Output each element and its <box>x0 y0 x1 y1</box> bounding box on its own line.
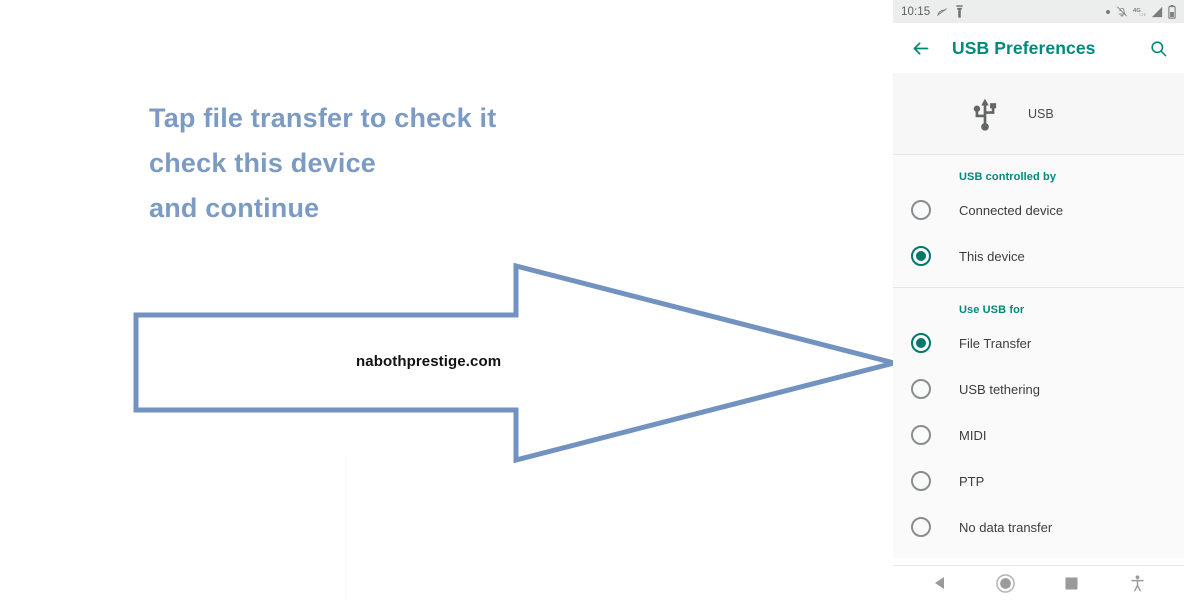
radio-row-usb-tethering[interactable]: USB tethering <box>893 366 1184 412</box>
section-title: Use USB for <box>959 304 1025 316</box>
radio-row-connected-device[interactable]: Connected device <box>893 187 1184 233</box>
recents-square-icon[interactable] <box>1056 570 1086 596</box>
usb-hero-section: USB <box>893 73 1184 155</box>
section-title: USB controlled by <box>959 171 1057 183</box>
arrow-back-icon[interactable] <box>907 35 933 61</box>
signal-bars-icon <box>1151 6 1163 17</box>
status-bar-left: 10:15 <box>901 4 964 19</box>
radio-icon-usb-tethering[interactable] <box>911 379 931 399</box>
radio-icon-connected-device[interactable] <box>911 200 931 220</box>
radio-label: No data transfer <box>959 519 1053 535</box>
accessibility-icon[interactable] <box>1122 570 1152 596</box>
section-use-usb-for: Use USB for File Transfer USB tethering … <box>893 287 1184 558</box>
usb-icon <box>957 95 1013 133</box>
back-triangle-icon[interactable] <box>925 570 955 596</box>
status-clock: 10:15 <box>901 5 931 18</box>
svg-text:LTE: LTE <box>1140 11 1147 16</box>
status-bar-right: 4G LTE <box>1105 4 1176 19</box>
radio-icon-file-transfer[interactable] <box>911 333 931 353</box>
faint-vertical-line <box>345 455 347 600</box>
signal-4g-icon: 4G LTE <box>1133 8 1147 17</box>
radio-row-ptp[interactable]: PTP <box>893 458 1184 504</box>
navigation-bar <box>893 565 1184 600</box>
radio-icon-no-data-transfer[interactable] <box>911 517 931 537</box>
battery-icon <box>1168 4 1176 19</box>
pointer-arrow <box>133 262 895 464</box>
radio-label: USB tethering <box>959 381 1040 397</box>
status-bar: 10:15 4G LTE <box>893 0 1184 23</box>
dnd-slash-icon <box>937 8 948 16</box>
section-usb-controlled-by: USB controlled by Connected device This … <box>893 155 1184 287</box>
radio-label: PTP <box>959 473 985 489</box>
flashlight-icon <box>956 4 963 18</box>
radio-label: This device <box>959 248 1025 264</box>
radio-label: Connected device <box>959 202 1064 218</box>
page-title: USB Preferences <box>952 37 1096 58</box>
dot-icon <box>1106 9 1110 14</box>
screenshot-root: Tap file transfer to check it check this… <box>0 0 1200 600</box>
radio-row-file-transfer[interactable]: File Transfer <box>893 320 1184 366</box>
radio-icon-midi[interactable] <box>911 425 931 445</box>
home-circle-icon[interactable] <box>991 570 1021 596</box>
radio-icon-ptp[interactable] <box>911 471 931 491</box>
radio-row-no-data-transfer[interactable]: No data transfer <box>893 504 1184 550</box>
radio-label: File Transfer <box>959 335 1032 351</box>
radio-row-midi[interactable]: MIDI <box>893 412 1184 458</box>
app-bar: USB Preferences <box>893 23 1184 73</box>
usb-hero-label: USB <box>1028 106 1054 121</box>
watermark-label: nabothprestige.com <box>356 353 502 370</box>
annotation-pane: Tap file transfer to check it check this… <box>0 0 895 600</box>
radio-row-this-device[interactable]: This device <box>893 233 1184 279</box>
radio-icon-this-device[interactable] <box>911 246 931 266</box>
arrow-outline <box>133 262 895 464</box>
notifications-off-icon <box>1117 6 1127 17</box>
search-icon[interactable] <box>1146 36 1170 60</box>
phone-screen: 10:15 4G LTE USB Preferences USB USB con… <box>893 0 1184 600</box>
radio-label: MIDI <box>959 427 987 443</box>
